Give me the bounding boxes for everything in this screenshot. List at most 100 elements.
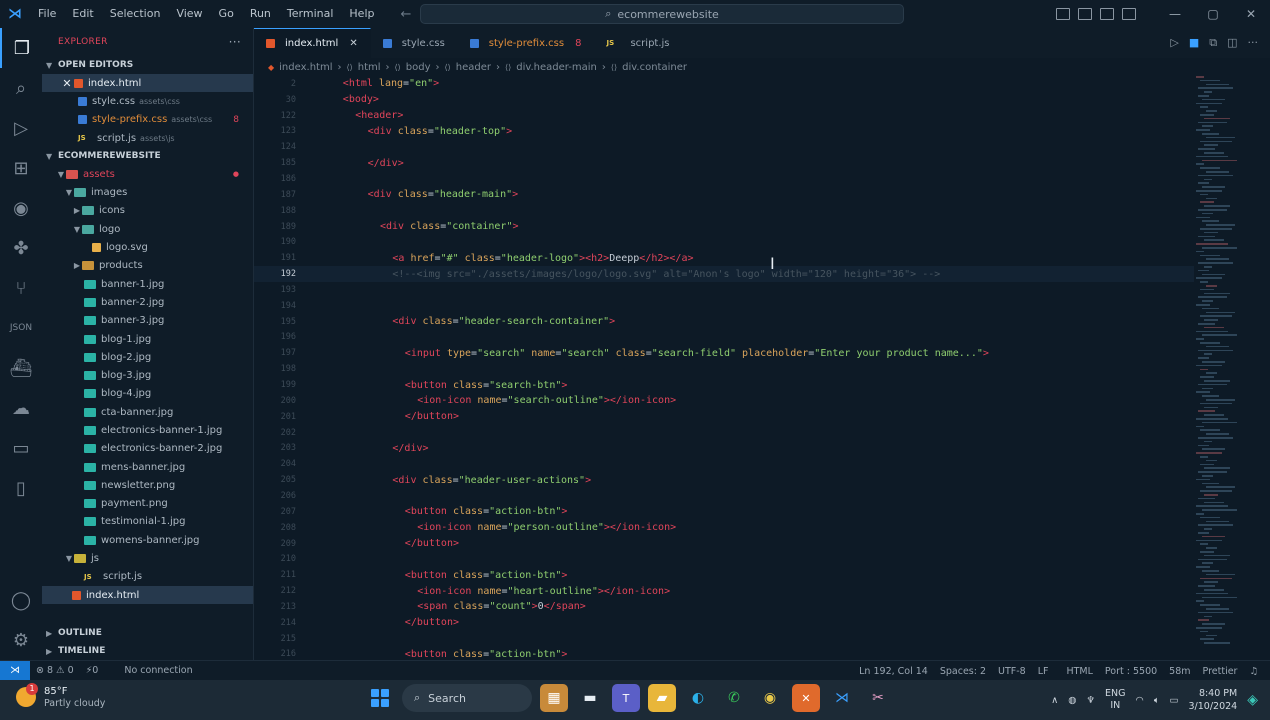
file-item[interactable]: blog-3.jpg <box>42 366 253 384</box>
file-item[interactable]: mens-banner.jpg <box>42 458 253 476</box>
code-line[interactable]: 215 <box>254 631 1194 647</box>
file-item[interactable]: blog-1.jpg <box>42 330 253 348</box>
notifications-icon[interactable]: ♫ <box>1243 666 1264 677</box>
docker-icon[interactable]: ⛴ <box>0 348 42 388</box>
file-item[interactable]: banner-2.jpg <box>42 293 253 311</box>
breadcrumb-item[interactable]: div.header-main <box>516 62 597 73</box>
file-item[interactable]: cta-banner.jpg <box>42 403 253 421</box>
code-editor[interactable]: 2 <html lang="en"> 30 <body> 122 <header> 123 <… <box>254 76 1194 660</box>
breadcrumb-item[interactable]: header <box>456 62 491 73</box>
tab-style-css[interactable]: style.css <box>371 28 458 58</box>
open-editors-section[interactable]: ▼ OPEN EDITORS <box>42 56 253 74</box>
cursor-position[interactable]: Ln 192, Col 14 <box>853 666 934 677</box>
menu-go[interactable]: Go <box>211 0 242 28</box>
breadcrumb-item[interactable]: index.html <box>279 62 332 73</box>
split-editor-icon[interactable]: ◫ <box>1227 36 1237 50</box>
open-editor-style-css[interactable]: style.css assets\css <box>42 92 253 110</box>
code-line[interactable]: 204 <box>254 456 1194 472</box>
clock[interactable]: 8:40 PM 3/10/2024 <box>1189 687 1238 713</box>
run-debug-icon[interactable]: ▷ <box>0 108 42 148</box>
file-explorer-icon[interactable]: ▰ <box>648 684 676 712</box>
code-line[interactable]: 122 <header> <box>254 108 1194 124</box>
minimap[interactable] <box>1192 76 1254 660</box>
project-section[interactable]: ▼ ECOMMEREWEBSITE <box>42 147 253 165</box>
breadcrumb-item[interactable]: div.container <box>622 62 687 73</box>
chrome-icon[interactable]: ◉ <box>756 684 784 712</box>
remote-indicator-icon[interactable]: ⋊ <box>0 660 30 681</box>
language-indicator[interactable]: ENG IN <box>1105 688 1125 712</box>
breadcrumb-item[interactable]: html <box>358 62 381 73</box>
taskbar-search[interactable]: ⌕ Search <box>402 684 532 712</box>
code-line[interactable]: 188 <box>254 203 1194 219</box>
code-line[interactable]: 2 <html lang="en"> <box>254 76 1194 92</box>
extensions-icon[interactable]: ⊞ <box>0 148 42 188</box>
teams-icon[interactable]: T <box>612 684 640 712</box>
file-item[interactable]: testimonial-1.jpg <box>42 513 253 531</box>
chevron-up-icon[interactable]: ∧ <box>1051 695 1058 706</box>
code-line[interactable]: 189 <div class="container"> <box>254 219 1194 235</box>
microphone-icon[interactable]: ♆ <box>1087 695 1096 706</box>
code-line[interactable]: 195 <div class="header-search-container"> <box>254 314 1194 330</box>
timer[interactable]: 58m <box>1163 666 1196 677</box>
tray-app-icon[interactable]: ◍ <box>1068 695 1076 706</box>
code-line[interactable]: 192 <!--<img src="./assets/images/logo/lo… <box>254 266 1194 282</box>
code-line[interactable]: 212 <ion-icon name="heart-outline"></ion-… <box>254 583 1194 599</box>
code-line[interactable]: 202 <box>254 425 1194 441</box>
tab-index-html[interactable]: index.html ✕ <box>254 28 371 58</box>
browser-preview-icon[interactable]: ▭ <box>0 428 42 468</box>
paw-extension-icon[interactable]: ✤ <box>0 228 42 268</box>
prettier-status[interactable]: Prettier <box>1197 666 1244 677</box>
folder-logo[interactable]: ▼ logo <box>42 220 253 238</box>
menu-file[interactable]: File <box>30 0 64 28</box>
timeline-section[interactable]: ▶ TIMELINE <box>42 642 254 660</box>
code-line[interactable]: 190 <box>254 235 1194 251</box>
code-line[interactable]: 214 </button> <box>254 615 1194 631</box>
folder-products[interactable]: ▶ products <box>42 257 253 275</box>
code-line[interactable]: 30 <body> <box>254 92 1194 108</box>
source-control-icon[interactable]: ⑂ <box>0 268 42 308</box>
account-icon[interactable]: ◯ <box>0 580 42 620</box>
code-line[interactable]: 211 <button class="action-btn"> <box>254 567 1194 583</box>
mobile-preview-icon[interactable]: ▯ <box>0 468 42 508</box>
close-window-icon[interactable]: ✕ <box>1232 7 1270 21</box>
menu-terminal[interactable]: Terminal <box>279 0 342 28</box>
menu-run[interactable]: Run <box>242 0 279 28</box>
task-view-icon[interactable]: ▬ <box>576 684 604 712</box>
code-line[interactable]: 193 <box>254 282 1194 298</box>
back-arrow-icon[interactable]: ← <box>400 7 411 22</box>
code-line[interactable]: 197 <input type="search" name="search" cl… <box>254 345 1194 361</box>
connection-status[interactable]: No connection <box>118 665 198 676</box>
wifi-icon[interactable]: ◠ <box>1136 695 1144 706</box>
gear-icon[interactable]: ⚙ <box>0 620 42 660</box>
more-actions-icon[interactable]: ··· <box>1248 36 1259 50</box>
open-preview-icon[interactable]: ⧉ <box>1209 36 1217 50</box>
edge-browser-icon[interactable]: ◐ <box>684 684 712 712</box>
file-item[interactable]: banner-1.jpg <box>42 275 253 293</box>
code-line[interactable]: 206 <box>254 488 1194 504</box>
cloud-icon[interactable]: ☁ <box>0 388 42 428</box>
live-server-port[interactable]: Port : 5500 <box>1099 666 1163 677</box>
code-line[interactable]: 203 </div> <box>254 441 1194 457</box>
menu-view[interactable]: View <box>168 0 210 28</box>
toggle-secondary-sidebar-icon[interactable] <box>1100 8 1114 20</box>
battery-icon[interactable]: ▭ <box>1170 695 1179 706</box>
search-view-icon[interactable]: ⌕ <box>0 68 42 108</box>
code-line[interactable]: 208 <ion-icon name="person-outline"></ion… <box>254 520 1194 536</box>
xampp-icon[interactable]: ✕ <box>792 684 820 712</box>
code-line[interactable]: 209 </button> <box>254 536 1194 552</box>
editor-scrollbar[interactable] <box>1256 76 1266 660</box>
menu-selection[interactable]: Selection <box>102 0 169 28</box>
file-script-js[interactable]: JS script.js <box>42 568 253 586</box>
json-extension-icon[interactable]: JSON <box>0 308 42 348</box>
language-mode[interactable]: HTML <box>1060 666 1098 677</box>
code-line[interactable]: 213 <span class="count">0</span> <box>254 599 1194 615</box>
widgets-app-icon[interactable]: ▦ <box>540 684 568 712</box>
run-icon[interactable]: ▷ <box>1170 36 1178 50</box>
snipping-tool-icon[interactable]: ✂ <box>864 684 892 712</box>
open-editor-index-html[interactable]: ✕ index.html <box>42 74 253 93</box>
folder-assets[interactable]: ▼ assets ● <box>42 165 253 183</box>
code-line[interactable]: 207 <button class="action-btn"> <box>254 504 1194 520</box>
ports-indicator[interactable]: ⚡0 <box>80 665 105 676</box>
code-line[interactable]: 185 </div> <box>254 155 1194 171</box>
menu-edit[interactable]: Edit <box>64 0 101 28</box>
